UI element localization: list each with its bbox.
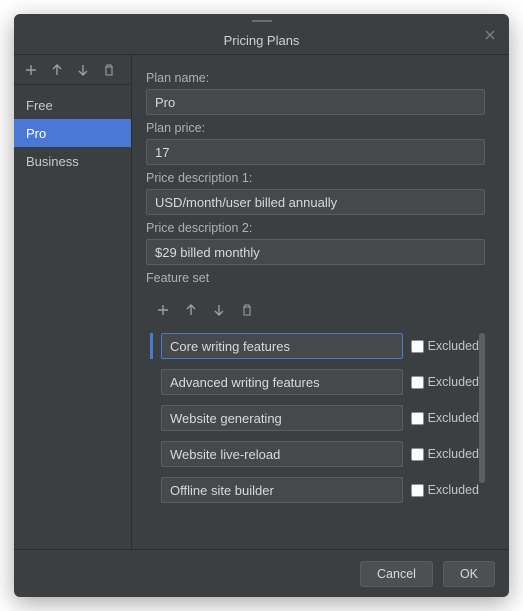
feature-scrollbar[interactable] — [479, 333, 485, 503]
price-desc2-input[interactable] — [146, 239, 485, 265]
ok-button[interactable]: OK — [443, 561, 495, 587]
excluded-checkbox[interactable]: Excluded — [411, 339, 479, 353]
excluded-label: Excluded — [428, 411, 479, 425]
move-down-icon[interactable] — [76, 63, 90, 77]
checkbox-box — [411, 376, 424, 389]
sidebar-item-free[interactable]: Free — [14, 91, 131, 119]
feature-row[interactable]: Excluded — [150, 441, 479, 467]
price-desc2-label: Price description 2: — [146, 221, 485, 235]
dialog-body: Free Pro Business Plan name: Plan price:… — [14, 54, 509, 549]
drag-handle[interactable] — [252, 20, 272, 22]
plan-name-input[interactable] — [146, 89, 485, 115]
pricing-plans-dialog: Pricing Plans Free — [14, 14, 509, 597]
excluded-label: Excluded — [428, 339, 479, 353]
excluded-checkbox[interactable]: Excluded — [411, 375, 479, 389]
excluded-label: Excluded — [428, 375, 479, 389]
selection-bar — [150, 405, 153, 431]
excluded-label: Excluded — [428, 447, 479, 461]
selection-bar — [150, 477, 153, 503]
cancel-button[interactable]: Cancel — [360, 561, 433, 587]
sidebar-toolbar — [14, 55, 131, 85]
feature-set: Excluded Excluded — [146, 295, 485, 503]
feature-toolbar — [146, 295, 485, 325]
scrollbar-thumb[interactable] — [479, 333, 485, 483]
feature-row[interactable]: Excluded — [150, 369, 479, 395]
sidebar-item-pro[interactable]: Pro — [14, 119, 131, 147]
title-bar: Pricing Plans — [14, 14, 509, 54]
add-icon[interactable] — [24, 63, 38, 77]
plan-price-input[interactable] — [146, 139, 485, 165]
dialog-footer: Cancel OK — [14, 549, 509, 597]
checkbox-box — [411, 484, 424, 497]
feature-name-input[interactable] — [161, 333, 403, 359]
excluded-label: Excluded — [428, 483, 479, 497]
plan-list: Free Pro Business — [14, 85, 131, 549]
checkbox-box — [411, 448, 424, 461]
selection-bar — [150, 441, 153, 467]
feature-move-down-icon[interactable] — [212, 303, 226, 317]
feature-delete-icon[interactable] — [240, 303, 254, 317]
checkbox-box — [411, 412, 424, 425]
delete-icon[interactable] — [102, 63, 116, 77]
feature-name-input[interactable] — [161, 369, 403, 395]
dialog-title: Pricing Plans — [224, 33, 300, 48]
feature-row[interactable]: Excluded — [150, 405, 479, 431]
excluded-checkbox[interactable]: Excluded — [411, 447, 479, 461]
feature-rows: Excluded Excluded — [146, 333, 479, 503]
feature-row[interactable]: Excluded — [150, 477, 479, 503]
selection-bar — [150, 333, 153, 359]
move-up-icon[interactable] — [50, 63, 64, 77]
feature-name-input[interactable] — [161, 477, 403, 503]
price-desc1-input[interactable] — [146, 189, 485, 215]
selection-bar — [150, 369, 153, 395]
feature-name-input[interactable] — [161, 405, 403, 431]
price-desc1-label: Price description 1: — [146, 171, 485, 185]
feature-move-up-icon[interactable] — [184, 303, 198, 317]
sidebar-item-business[interactable]: Business — [14, 147, 131, 175]
feature-add-icon[interactable] — [156, 303, 170, 317]
main-panel: Plan name: Plan price: Price description… — [132, 55, 509, 549]
excluded-checkbox[interactable]: Excluded — [411, 411, 479, 425]
plan-name-label: Plan name: — [146, 71, 485, 85]
close-icon[interactable] — [483, 28, 499, 44]
feature-set-label: Feature set — [146, 271, 485, 285]
feature-name-input[interactable] — [161, 441, 403, 467]
sidebar: Free Pro Business — [14, 55, 132, 549]
feature-area: Excluded Excluded — [146, 333, 485, 503]
feature-row[interactable]: Excluded — [150, 333, 479, 359]
plan-price-label: Plan price: — [146, 121, 485, 135]
excluded-checkbox[interactable]: Excluded — [411, 483, 479, 497]
checkbox-box — [411, 340, 424, 353]
